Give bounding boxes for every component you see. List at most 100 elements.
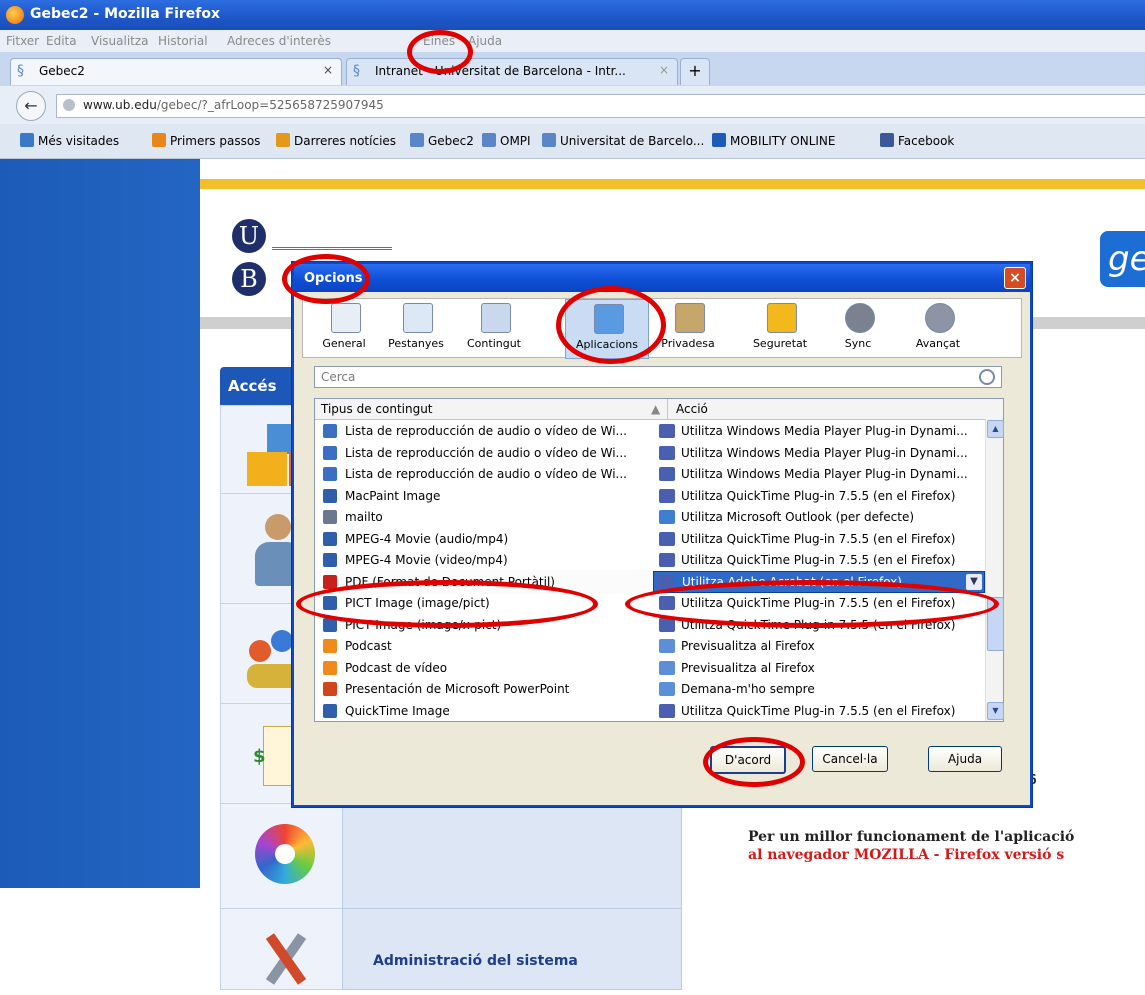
gebec-logo: ge (1100, 231, 1145, 287)
url-text: www.ub.edu/gebec/?_afrLoop=5256587259079… (83, 98, 384, 112)
scroll-up-icon[interactable]: ▲ (987, 420, 1004, 438)
content-type-icon (323, 617, 337, 632)
table-row[interactable]: Presentación de Microsoft PowerPoint Dema… (315, 677, 985, 701)
menu-eines[interactable]: Eines (423, 34, 455, 48)
tabs-icon (403, 303, 433, 333)
content-type-label: PICT Image (image/x-pict) (345, 617, 502, 632)
menu-adreces-interes[interactable]: Adreces d'interès (227, 34, 331, 48)
dialog-titlebar: Opcions × (294, 264, 1030, 292)
sidebar-item-tools[interactable] (220, 908, 362, 990)
table-row[interactable]: PICT Image (image/pict) Utilitza QuickTim… (315, 591, 985, 615)
table-row[interactable]: Lista de reproducción de audio o vídeo d… (315, 419, 985, 443)
window-title: Gebec2 - Mozilla Firefox (30, 6, 221, 22)
column-header-action[interactable]: Acció (667, 399, 708, 419)
close-tab-icon[interactable]: × (659, 63, 669, 77)
url-bar[interactable]: www.ub.edu/gebec/?_afrLoop=5256587259079… (56, 94, 1145, 118)
close-tab-icon[interactable]: × (323, 63, 333, 77)
column-header-type[interactable]: Tipus de contingut (321, 402, 433, 416)
pane-general[interactable]: General (309, 299, 379, 357)
back-button[interactable]: ← (16, 91, 46, 121)
content-type-label: Lista de reproducción de audio o vídeo d… (345, 467, 627, 481)
content-type-table: Tipus de contingut ▲ Acció Lista de repr… (314, 398, 1004, 722)
window-titlebar: Gebec2 - Mozilla Firefox (0, 0, 1145, 30)
bookmark-gebec2[interactable]: Gebec2 (410, 133, 474, 148)
table-row[interactable]: QuickTime Image Utilitza QuickTime Plug-i… (315, 699, 985, 723)
action-app-icon (659, 510, 675, 524)
cancel-button[interactable]: Cancel·la (812, 746, 888, 772)
content-type-label: MacPaint Image (345, 488, 441, 503)
content-type-icon (323, 488, 337, 503)
action-label: Previsualitza al Firefox (681, 660, 815, 675)
search-placeholder: Cerca (321, 370, 356, 384)
table-header: Tipus de contingut ▲ Acció (315, 399, 1003, 420)
pane-label: General (322, 337, 366, 350)
action-app-icon (659, 488, 675, 503)
universitat-barcelona-icon (542, 133, 556, 147)
content-icon (481, 303, 511, 333)
bookmark-label: Universitat de Barcelo... (560, 134, 705, 148)
pane-privadesa[interactable]: Privadesa (653, 299, 723, 357)
bookmark-most-visited[interactable]: Més visitades (20, 133, 119, 148)
table-row[interactable]: MPEG-4 Movie (video/mp4) Utilitza QuickTi… (315, 548, 985, 572)
menu-admin-label: Administració del sistema (373, 953, 578, 969)
table-row[interactable]: Lista de reproducción de audio o vídeo d… (315, 441, 985, 465)
content-type-label: MPEG-4 Movie (video/mp4) (345, 553, 508, 567)
pane-aplicacions[interactable]: Aplicacions (565, 299, 649, 359)
tab-intranet[interactable]: § Intranet - Universitat de Barcelona - … (346, 58, 678, 85)
help-button[interactable]: Ajuda (928, 746, 1002, 772)
gebec2-icon (410, 133, 424, 147)
tools-icon (241, 925, 331, 995)
search-field[interactable]: Cerca (314, 366, 1002, 388)
pane-pestanyes[interactable]: Pestanyes (381, 299, 451, 357)
action-app-icon (659, 682, 675, 696)
ok-button[interactable]: D'acord (710, 746, 786, 774)
menu-edita[interactable]: Edita (46, 34, 77, 48)
pane-seguretat[interactable]: Seguretat (745, 299, 815, 357)
menu-historial[interactable]: Historial (158, 34, 208, 48)
vertical-scrollbar[interactable]: ▲ ▼ (985, 419, 1004, 721)
gear-icon (925, 303, 955, 333)
content-type-icon (323, 510, 337, 524)
table-row[interactable]: Podcast de vídeo Previsualitza al Firefox (315, 656, 985, 680)
action-dropdown[interactable]: ▼ Utilitza Adobe Acrobat (en el Firefox) (653, 570, 985, 593)
bookmark-getting-started[interactable]: Primers passos (152, 133, 260, 148)
pane-label: Sync (844, 337, 872, 350)
action-app-icon (659, 424, 675, 438)
action-app-icon (659, 703, 675, 718)
dialog-close-button[interactable]: × (1004, 267, 1026, 289)
scroll-down-icon[interactable]: ▼ (987, 702, 1004, 720)
pane-label: Aplicacions (576, 338, 638, 351)
pane-avançat[interactable]: Avançat (903, 299, 973, 357)
pane-label: Contingut (467, 337, 521, 350)
tab-gebec2[interactable]: § Gebec2 × (10, 58, 342, 85)
ompi-icon (482, 133, 496, 147)
sidebar-item-color-wheel[interactable] (220, 803, 362, 910)
bookmark-facebook[interactable]: Facebook (880, 133, 954, 148)
table-row[interactable]: MPEG-4 Movie (audio/mp4) Utilitza QuickTi… (315, 527, 985, 551)
content-type-label: PDF (Format de Document Portàtil) (345, 574, 555, 589)
facebook-icon (880, 133, 894, 147)
new-tab-button[interactable]: + (680, 58, 710, 85)
pane-contingut[interactable]: Contingut (459, 299, 529, 357)
scrollbar-thumb[interactable] (987, 597, 1004, 651)
table-row[interactable]: Podcast Previsualitza al Firefox (315, 634, 985, 658)
menu-admin-cell[interactable]: Administració del sistema (342, 908, 682, 990)
pane-sync[interactable]: Sync (823, 299, 893, 357)
content-type-icon (323, 467, 337, 481)
bookmark-ompi[interactable]: OMPI (482, 133, 531, 148)
content-type-icon (323, 574, 337, 589)
content-type-label: mailto (345, 510, 383, 524)
bookmark-latest-news[interactable]: Darreres notícies (276, 133, 396, 148)
menu-fitxer[interactable]: Fitxer (6, 34, 39, 48)
menu-visualitza[interactable]: Visualitza (91, 34, 149, 48)
bookmark-mobility-online[interactable]: MOBILITY ONLINE (712, 133, 835, 148)
table-row[interactable]: PICT Image (image/x-pict) Utilitza QuickT… (315, 613, 985, 637)
table-row[interactable]: PDF (Format de Document Portàtil) ▼ Utilit… (315, 569, 985, 594)
bookmark-label: Gebec2 (428, 134, 474, 148)
bookmark-universitat-barcelona[interactable]: Universitat de Barcelo... (542, 133, 704, 148)
content-type-label: Podcast (345, 639, 392, 653)
table-row[interactable]: mailto Utilitza Microsoft Outlook (per de… (315, 505, 985, 529)
table-row[interactable]: Lista de reproducción de audio o vídeo d… (315, 462, 985, 486)
table-row[interactable]: MacPaint Image Utilitza QuickTime Plug-in… (315, 484, 985, 508)
menu-ajuda[interactable]: Ajuda (468, 34, 502, 48)
